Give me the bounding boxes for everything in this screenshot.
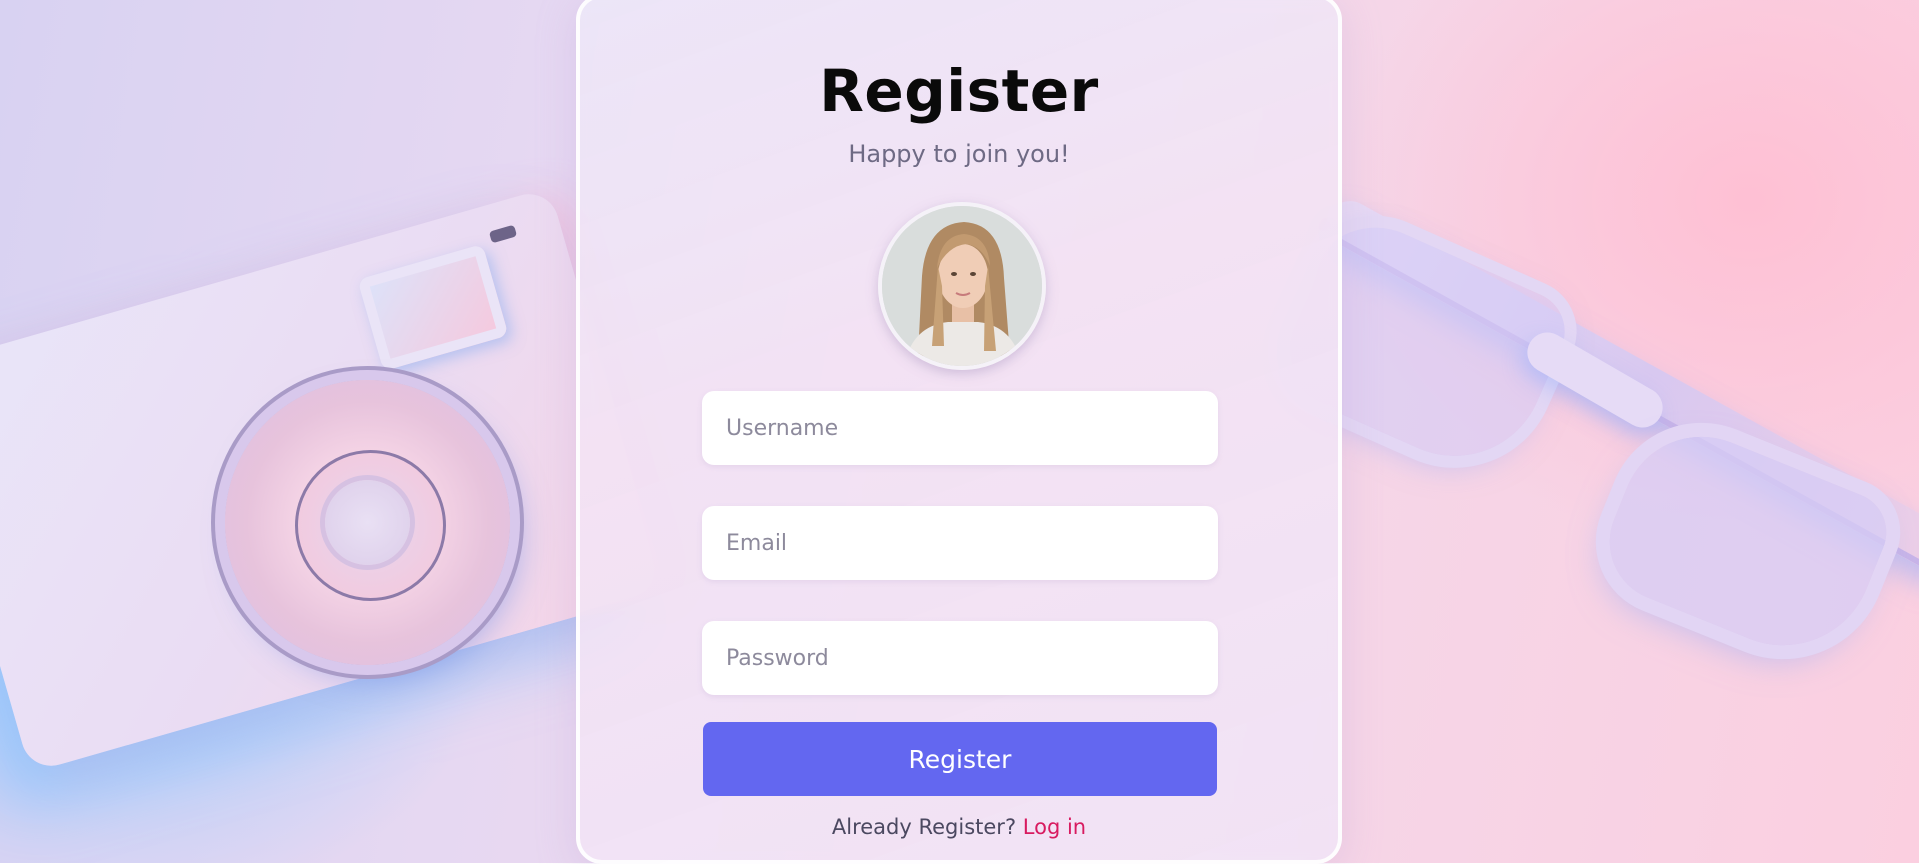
glasses-lens-right [1591, 412, 1899, 673]
login-link[interactable]: Log in [1023, 815, 1086, 839]
email-input[interactable] [702, 506, 1218, 580]
login-prompt-text: Already Register? [831, 815, 1017, 839]
register-card: Register Happy to join you! Register [576, 0, 1342, 864]
username-input[interactable] [702, 391, 1218, 465]
avatar-photo [882, 206, 1042, 366]
login-prompt: Already Register? Log in [580, 815, 1338, 839]
page-subtitle: Happy to join you! [848, 140, 1070, 168]
avatar[interactable] [878, 202, 1046, 370]
page-title: Register [819, 57, 1099, 125]
camera-lens-core [325, 480, 410, 565]
password-input[interactable] [702, 621, 1218, 695]
register-button[interactable]: Register [703, 722, 1217, 796]
